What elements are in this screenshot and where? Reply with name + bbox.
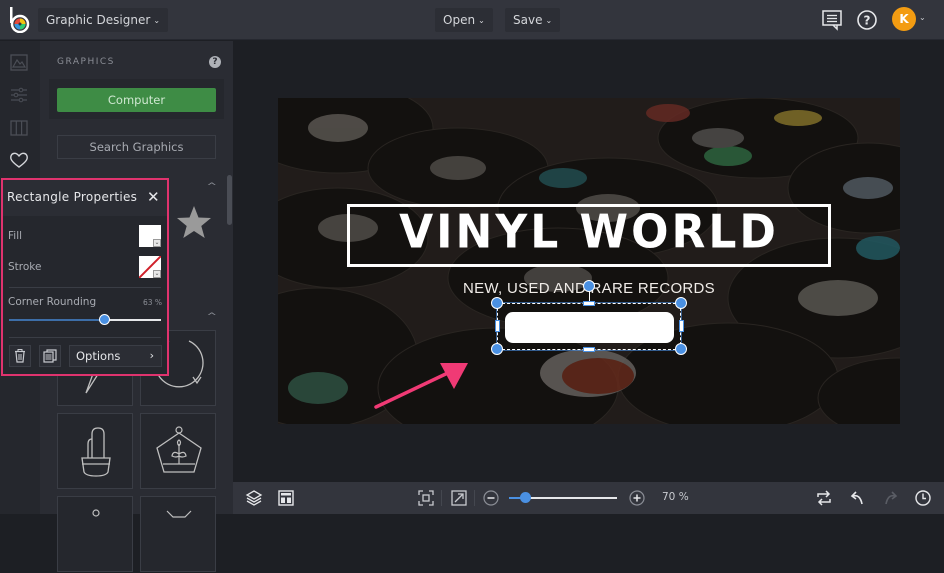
app-menu-label: Graphic Designer <box>46 13 151 27</box>
separator <box>474 490 475 506</box>
resize-handle-top-right[interactable] <box>675 297 687 309</box>
properties-title: Rectangle Properties <box>7 190 138 204</box>
graphic-tile[interactable] <box>140 496 216 572</box>
rotate-handle[interactable] <box>583 280 595 292</box>
help-icon[interactable]: ? <box>209 56 221 68</box>
app-menu-dropdown[interactable]: Graphic Designer ⌄ <box>38 8 169 32</box>
properties-header: Rectangle Properties ✕ <box>3 180 167 216</box>
save-button[interactable]: Save ⌄ <box>505 8 561 32</box>
open-label: Open <box>443 13 476 27</box>
resize-handle-bottom-left[interactable] <box>491 343 503 355</box>
corner-rounding-slider-knob[interactable] <box>98 314 110 325</box>
corner-rounding-slider-fill[interactable] <box>9 319 105 321</box>
zoom-out-icon[interactable] <box>482 489 500 507</box>
zoom-level: 70 % <box>662 491 689 503</box>
user-avatar[interactable]: K <box>892 7 916 31</box>
help-icon[interactable]: ? <box>855 8 879 32</box>
chevron-down-icon[interactable]: ⌄ <box>919 13 926 22</box>
chevron-down-icon: ⌄ <box>545 16 553 25</box>
zoom-in-icon[interactable] <box>628 489 646 507</box>
resize-handle-right[interactable] <box>679 320 684 332</box>
chevron-down-icon: ⌄ <box>478 16 485 25</box>
delete-button[interactable] <box>9 345 31 367</box>
fill-label: Fill <box>8 230 23 242</box>
layers-icon[interactable] <box>245 489 263 507</box>
svg-text:?: ? <box>864 14 871 28</box>
search-graphics-button[interactable]: Search Graphics <box>57 135 216 159</box>
corner-rounding-slider-track[interactable] <box>104 319 161 321</box>
resize-handle-left[interactable] <box>495 320 500 332</box>
trash-icon <box>15 349 25 363</box>
fill-color-swatch[interactable]: ⌄ <box>139 225 161 247</box>
adjust-icon[interactable] <box>9 85 29 105</box>
fit-screen-icon[interactable] <box>417 489 435 507</box>
annotation-arrow-icon <box>374 363 468 409</box>
terrarium-graphic[interactable] <box>140 413 216 489</box>
panel-title: GRAPHICS <box>57 57 115 67</box>
selection-box[interactable] <box>496 302 682 351</box>
design-title[interactable]: VINYL WORLD <box>347 202 831 268</box>
chevron-down-icon: ⌄ <box>153 270 161 278</box>
resize-handle-bottom-right[interactable] <box>675 343 687 355</box>
cactus-graphic[interactable] <box>57 413 133 489</box>
corner-rounding-label: Corner Rounding <box>8 296 97 308</box>
befunky-logo[interactable] <box>8 7 32 33</box>
undo-icon[interactable] <box>849 489 867 507</box>
corner-rounding-value: 63 % <box>143 298 163 307</box>
flip-icon[interactable] <box>815 489 833 507</box>
top-bar: Graphic Designer ⌄ Open ⌄ Save ⌄ ? K ⌄ <box>0 0 944 40</box>
duplicate-button[interactable] <box>39 345 61 367</box>
resize-handle-bottom[interactable] <box>583 347 595 352</box>
rectangle-properties-panel: Rectangle Properties ✕ Fill ⌄ Stroke ⌄ C… <box>1 178 169 376</box>
comments-icon[interactable] <box>820 8 844 32</box>
panel-scrollbar[interactable] <box>227 175 232 225</box>
chevron-right-icon: › <box>149 349 154 362</box>
redo-icon[interactable] <box>881 489 899 507</box>
graphics-heart-icon[interactable] <box>9 150 29 170</box>
zoom-slider-knob[interactable] <box>520 492 532 503</box>
layout-icon[interactable] <box>277 489 295 507</box>
collapse-section-icon[interactable]: ^ <box>206 312 217 322</box>
frames-icon[interactable] <box>9 118 29 138</box>
resize-handle-top[interactable] <box>583 301 595 306</box>
separator <box>441 490 442 506</box>
chevron-down-icon: ⌄ <box>153 16 161 25</box>
save-label: Save <box>513 13 543 27</box>
graphic-tile[interactable] <box>57 496 133 572</box>
stroke-label: Stroke <box>8 261 42 273</box>
computer-button[interactable]: Computer <box>57 88 216 112</box>
open-button[interactable]: Open ⌄ <box>435 8 493 32</box>
collapse-section-icon[interactable]: ^ <box>206 182 217 192</box>
divider <box>9 337 161 338</box>
bottom-toolbar: 70 % <box>233 482 944 514</box>
fullscreen-icon[interactable] <box>450 489 468 507</box>
background-icon[interactable] <box>9 53 29 73</box>
chevron-down-icon: ⌄ <box>153 239 161 247</box>
history-icon[interactable] <box>914 489 932 507</box>
duplicate-icon <box>43 349 57 363</box>
divider <box>9 287 161 288</box>
close-icon[interactable]: ✕ <box>147 188 160 206</box>
resize-handle-top-left[interactable] <box>491 297 503 309</box>
star-graphic-icon[interactable] <box>176 205 212 239</box>
options-button[interactable]: Options › <box>69 345 162 367</box>
options-label: Options <box>76 349 121 363</box>
stroke-color-swatch[interactable]: ⌄ <box>139 256 161 278</box>
